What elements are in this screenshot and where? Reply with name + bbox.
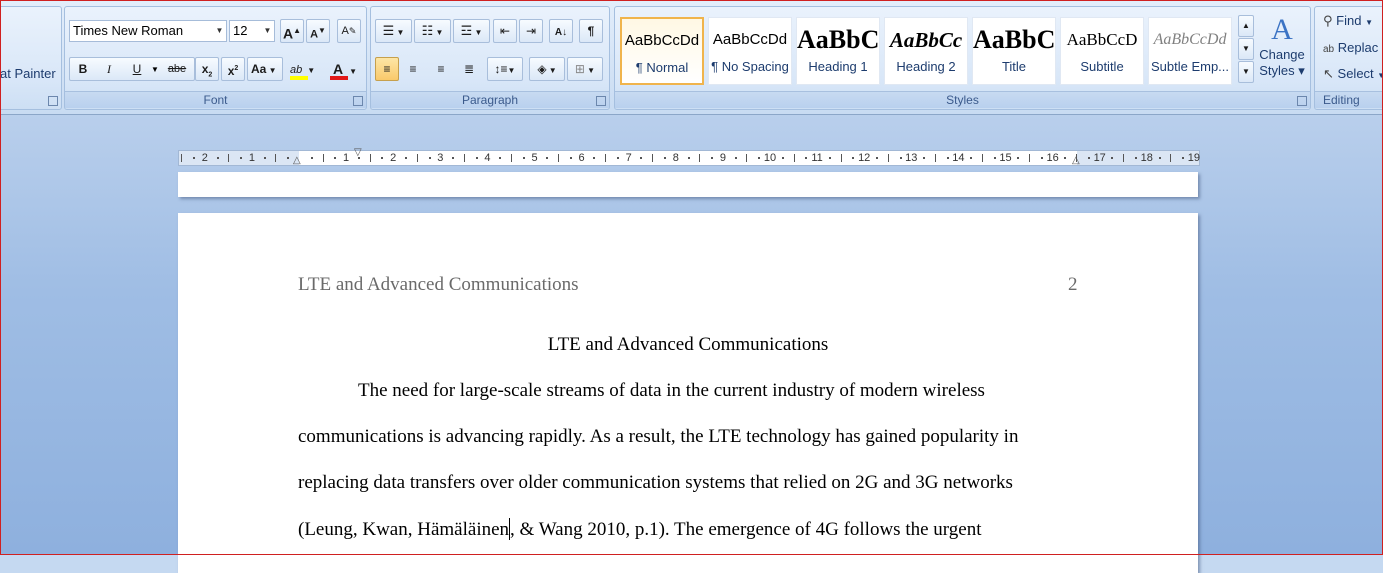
underline-icon: U — [132, 62, 142, 76]
body-line: (Leung, Kwan, Hämäläinen, & Wang 2010, p… — [298, 518, 981, 541]
replace-button[interactable]: ab Replac — [1323, 40, 1378, 55]
select-label: Select — [1337, 66, 1374, 81]
font-name-value: Times New Roman — [73, 23, 184, 38]
styles-more-button[interactable]: ▼ — [1238, 61, 1254, 83]
bold-icon: B — [78, 62, 88, 76]
change-styles-label-line2: Styles ▾ — [1259, 63, 1305, 78]
editing-group: ⚲ Find ▼ ab Replac ↖ Select ▼ Editing — [1314, 6, 1383, 110]
body-text: (Leung, Kwan, Hämäläinen — [298, 519, 510, 540]
body-text: , & Wang 2010, p.1). The emergence of 4G… — [510, 519, 982, 540]
chevron-down-icon: ▼ — [1242, 44, 1250, 53]
body-line: The need for large-scale streams of data… — [358, 380, 985, 401]
italic-icon: I — [107, 62, 111, 76]
chevron-down-icon[interactable]: ▼ — [151, 65, 159, 74]
styles-scroll-up-button[interactable]: ▲ — [1238, 15, 1254, 37]
styles-launcher-icon[interactable] — [1297, 96, 1307, 106]
find-label: Find — [1336, 13, 1362, 28]
replace-icon: ab — [1323, 44, 1335, 55]
clipboard-launcher-icon[interactable] — [48, 96, 58, 106]
binoculars-icon: ⚲ — [1323, 13, 1333, 28]
select-button[interactable]: ↖ Select ▼ — [1323, 66, 1383, 82]
running-header-title: LTE and Advanced Communications — [298, 274, 579, 295]
page-content: LTE and Advanced Communications 2 LTE an… — [178, 0, 1198, 555]
page-number: 2 — [1068, 274, 1078, 295]
clipboard-group: at Painter — [0, 6, 62, 110]
chevron-up-icon: ▲ — [1242, 21, 1250, 30]
change-styles-label: Change — [1259, 47, 1305, 62]
editing-group-label: Editing — [1315, 91, 1383, 108]
underline-button[interactable]: U — [125, 57, 149, 81]
find-button[interactable]: ⚲ Find ▼ — [1323, 13, 1373, 29]
italic-button[interactable]: I — [97, 57, 121, 81]
bold-button[interactable]: B — [71, 57, 95, 81]
change-styles-icon: A — [1271, 13, 1293, 46]
format-painter-button[interactable]: at Painter — [0, 66, 56, 81]
replace-label: Replac — [1337, 40, 1379, 55]
document-title: LTE and Advanced Communications — [547, 334, 829, 355]
styles-scroll-down-button[interactable]: ▼ — [1238, 38, 1254, 60]
more-icon: ▼ — [1242, 67, 1250, 76]
body-line: communications is advancing rapidly. As … — [298, 426, 1019, 447]
cursor-icon: ↖ — [1323, 66, 1334, 81]
change-styles-button[interactable]: A Change Styles ▾ — [1257, 13, 1307, 89]
body-line: replacing data transfers over older comm… — [298, 472, 1013, 493]
